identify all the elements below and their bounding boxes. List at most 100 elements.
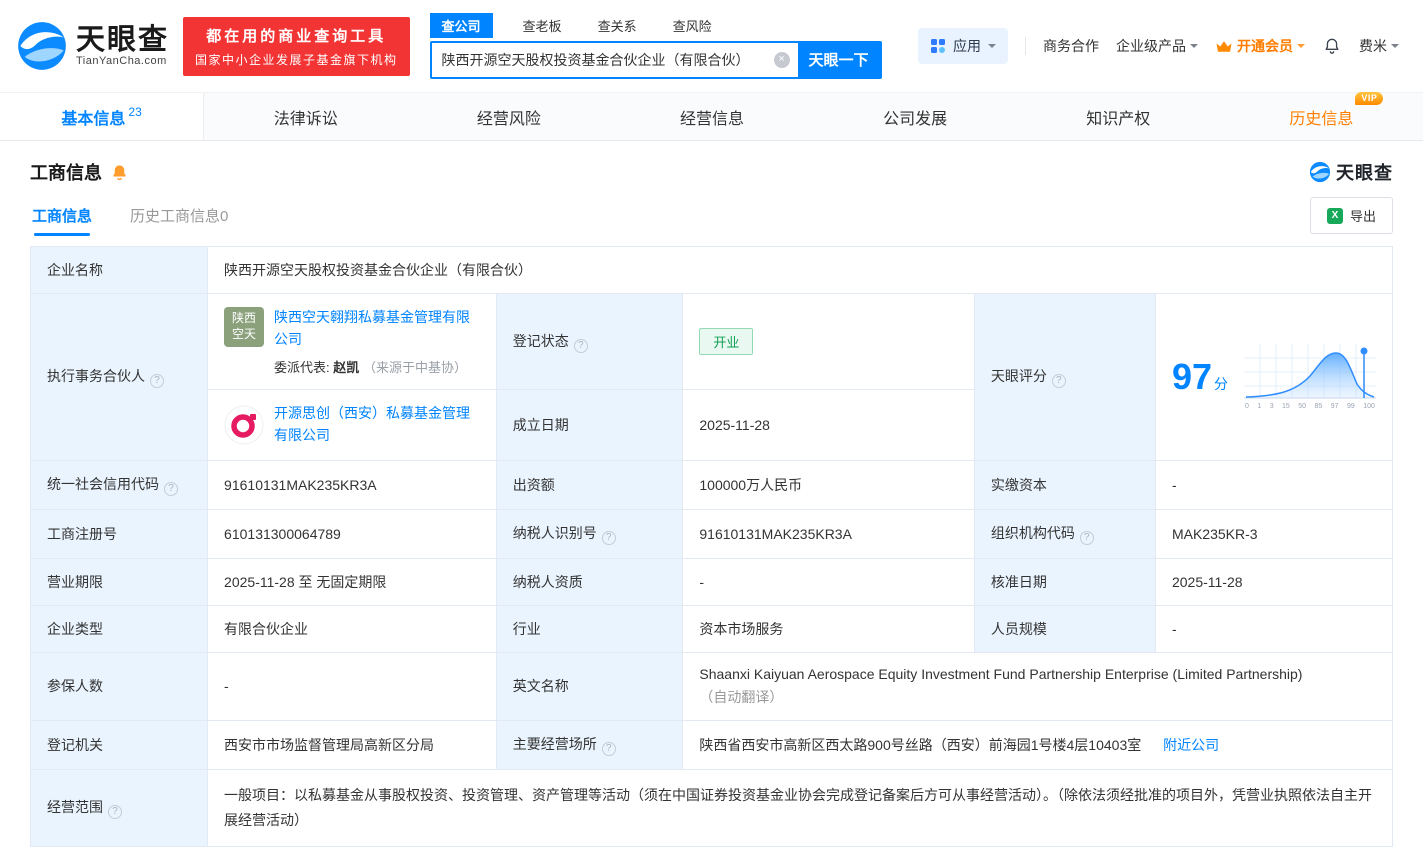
company-type-label: 企业类型 bbox=[29, 604, 209, 653]
brand-text: 天眼查 TianYanCha.com bbox=[76, 24, 169, 67]
subtab-history-business-info[interactable]: 历史工商信息0 bbox=[128, 193, 230, 238]
label-text: 主要经营场所 bbox=[512, 735, 597, 752]
english-name-label: 英文名称 bbox=[495, 651, 684, 721]
divider bbox=[1025, 37, 1026, 55]
tab-label: 基本信息 bbox=[61, 110, 126, 128]
insured-count-label: 参保人数 bbox=[29, 651, 209, 721]
tab-basic-info[interactable]: 基本信息 23 bbox=[0, 93, 205, 140]
taxpayer-id-label: 纳税人识别号 bbox=[495, 508, 684, 559]
tab-label: 公司发展 bbox=[883, 110, 948, 128]
help-icon[interactable] bbox=[150, 373, 164, 388]
business-scope-value: 一般项目：以私募基金从事股权投资、投资管理、资产管理等活动（须在中国证券投资基金… bbox=[207, 768, 1393, 847]
label-text: 经营范围 bbox=[47, 798, 103, 815]
search-button[interactable]: 天眼一下 bbox=[797, 42, 880, 77]
label-text: 天眼评分 bbox=[990, 367, 1047, 384]
staff-size-label: 人员规模 bbox=[973, 604, 1156, 653]
user-name: 费米 bbox=[1359, 38, 1387, 54]
search-input[interactable] bbox=[431, 42, 774, 77]
business-cooperation-link[interactable]: 商务合作 bbox=[1043, 36, 1099, 56]
tab-label: 经营信息 bbox=[679, 110, 744, 128]
clear-icon[interactable] bbox=[773, 51, 790, 68]
business-term-label: 营业期限 bbox=[29, 557, 209, 606]
watermark-text: 天眼查 bbox=[1336, 163, 1393, 183]
partner-company-link[interactable]: 开源思创（西安）私募基金管理有限公司 bbox=[274, 403, 480, 446]
help-icon[interactable] bbox=[573, 338, 588, 353]
score-chart: 013 15 50 85 97 99 100 bbox=[1244, 343, 1376, 410]
company-name-label: 企业名称 bbox=[29, 246, 209, 294]
subtab-business-info[interactable]: 工商信息 bbox=[30, 193, 94, 238]
tab-operation-risk[interactable]: 经营风险 bbox=[407, 93, 610, 140]
business-address-label: 主要经营场所 bbox=[495, 719, 684, 770]
established-date-label: 成立日期 bbox=[495, 389, 684, 461]
tab-label: 经营风险 bbox=[476, 110, 541, 128]
business-info-table: 企业名称 陕西开源空天股权投资基金合伙企业（有限合伙） 执行事务合伙人 陕西 空… bbox=[29, 246, 1394, 847]
taxpayer-quality-label: 纳税人资质 bbox=[495, 557, 684, 606]
score-number: 97 分 bbox=[1171, 355, 1229, 397]
tab-history-info[interactable]: 历史信息 VIP bbox=[1220, 91, 1423, 140]
representative-name-link[interactable]: 赵凯 bbox=[333, 360, 359, 375]
export-button[interactable]: 导出 bbox=[1309, 197, 1393, 234]
partner-item: 陕西 空天 陕西空天翱翔私募基金管理有限公司 委派代表: 赵凯 （来源于中基协） bbox=[224, 307, 480, 376]
enterprise-products-menu[interactable]: 企业级产品 bbox=[1116, 36, 1198, 56]
executive-partner-label: 执行事务合伙人 bbox=[29, 293, 209, 461]
help-icon[interactable] bbox=[108, 804, 122, 819]
paid-capital-label: 实缴资本 bbox=[973, 459, 1156, 510]
taxpayer-id-value: 91610131MAK235KR3A bbox=[682, 508, 975, 559]
label-text: 执行事务合伙人 bbox=[47, 367, 145, 384]
partner-logo bbox=[224, 405, 264, 445]
label-text: 纳税人识别号 bbox=[512, 524, 597, 541]
company-type-value: 有限合伙企业 bbox=[207, 604, 497, 653]
address-text: 陕西省西安市高新区西太路900号丝路（西安）前海园1号楼4层10403室 bbox=[699, 736, 1142, 753]
partner-detail: 陕西空天翱翔私募基金管理有限公司 委派代表: 赵凯 （来源于中基协） bbox=[274, 307, 480, 376]
help-icon[interactable] bbox=[601, 530, 616, 545]
search-tab-company[interactable]: 查公司 bbox=[429, 12, 493, 38]
user-menu[interactable]: 费米 bbox=[1359, 36, 1399, 56]
help-icon[interactable] bbox=[1051, 373, 1066, 388]
apps-menu-button[interactable]: 应用 bbox=[918, 28, 1008, 64]
header: 天眼查 TianYanCha.com 都在用的商业查询工具 国家中小企业发展子基… bbox=[0, 0, 1423, 92]
help-icon[interactable] bbox=[164, 481, 178, 496]
tab-label: 历史信息 VIP bbox=[1289, 91, 1384, 129]
notification-bell-icon[interactable] bbox=[1322, 36, 1342, 56]
search-tabs: 查公司 查老板 查关系 查风险 bbox=[429, 12, 882, 38]
auto-translate-note: （自动翻译） bbox=[699, 688, 784, 705]
search-tab-risk[interactable]: 查风险 bbox=[667, 13, 718, 38]
open-vip-menu[interactable]: 开通会员 bbox=[1215, 36, 1305, 56]
registration-status-value: 开业 bbox=[682, 292, 975, 391]
brand-logo[interactable]: 天眼查 TianYanCha.com bbox=[16, 20, 169, 72]
subscribe-bell-icon[interactable] bbox=[110, 163, 129, 182]
promo-banner: 都在用的商业查询工具 国家中小企业发展子基金旗下机构 bbox=[183, 16, 410, 76]
tianyan-score-value: 97 分 0 1 3 15 50 85 97 99 100 bbox=[1154, 293, 1394, 461]
partner-company-link[interactable]: 陕西空天翱翔私募基金管理有限公司 bbox=[274, 309, 470, 347]
help-icon[interactable] bbox=[601, 741, 616, 756]
tab-legal-lawsuits[interactable]: 法律诉讼 bbox=[204, 93, 407, 140]
top-right-nav: 应用 商务合作 企业级产品 开通会员 费米 bbox=[918, 28, 1399, 64]
tab-company-development[interactable]: 公司发展 bbox=[814, 93, 1017, 140]
staff-size-value: - bbox=[1154, 604, 1394, 653]
label-text: 统一社会信用代码 bbox=[47, 475, 159, 492]
label-text: 登记状态 bbox=[512, 332, 569, 349]
approval-date-value: 2025-11-28 bbox=[1154, 557, 1394, 606]
section-title: 工商信息 bbox=[30, 163, 102, 183]
help-icon[interactable] bbox=[1079, 530, 1094, 545]
table-row: 统一社会信用代码 91610131MAK235KR3A 出资额 100000万人… bbox=[29, 459, 1394, 510]
registration-number-label: 工商注册号 bbox=[29, 508, 209, 559]
open-vip-label: 开通会员 bbox=[1237, 38, 1293, 54]
crown-icon bbox=[1216, 40, 1232, 52]
vip-badge: VIP bbox=[1355, 91, 1384, 105]
search-tab-relation[interactable]: 查关系 bbox=[592, 13, 643, 38]
tab-intellectual-property[interactable]: 知识产权 bbox=[1017, 93, 1220, 140]
apps-grid-icon bbox=[931, 39, 945, 53]
table-row: 执行事务合伙人 陕西 空天 陕西空天翱翔私募基金管理有限公司 委派代表: 赵凯 bbox=[29, 292, 1394, 461]
delegate-representative: 委派代表: 赵凯 （来源于中基协） bbox=[274, 360, 467, 376]
search-box: 天眼一下 bbox=[429, 40, 882, 79]
tianyancha-logo-icon bbox=[1309, 161, 1331, 183]
registration-authority-label: 登记机关 bbox=[29, 719, 209, 770]
tab-business-info[interactable]: 经营信息 bbox=[610, 93, 813, 140]
search-tab-boss[interactable]: 查老板 bbox=[517, 13, 568, 38]
partner-item: 开源思创（西安）私募基金管理有限公司 bbox=[224, 403, 480, 446]
tab-label: 知识产权 bbox=[1086, 110, 1151, 128]
banner-line1: 都在用的商业查询工具 bbox=[206, 27, 387, 45]
registration-status-label: 登记状态 bbox=[495, 292, 684, 391]
nearby-companies-link[interactable]: 附近公司 bbox=[1163, 737, 1219, 753]
